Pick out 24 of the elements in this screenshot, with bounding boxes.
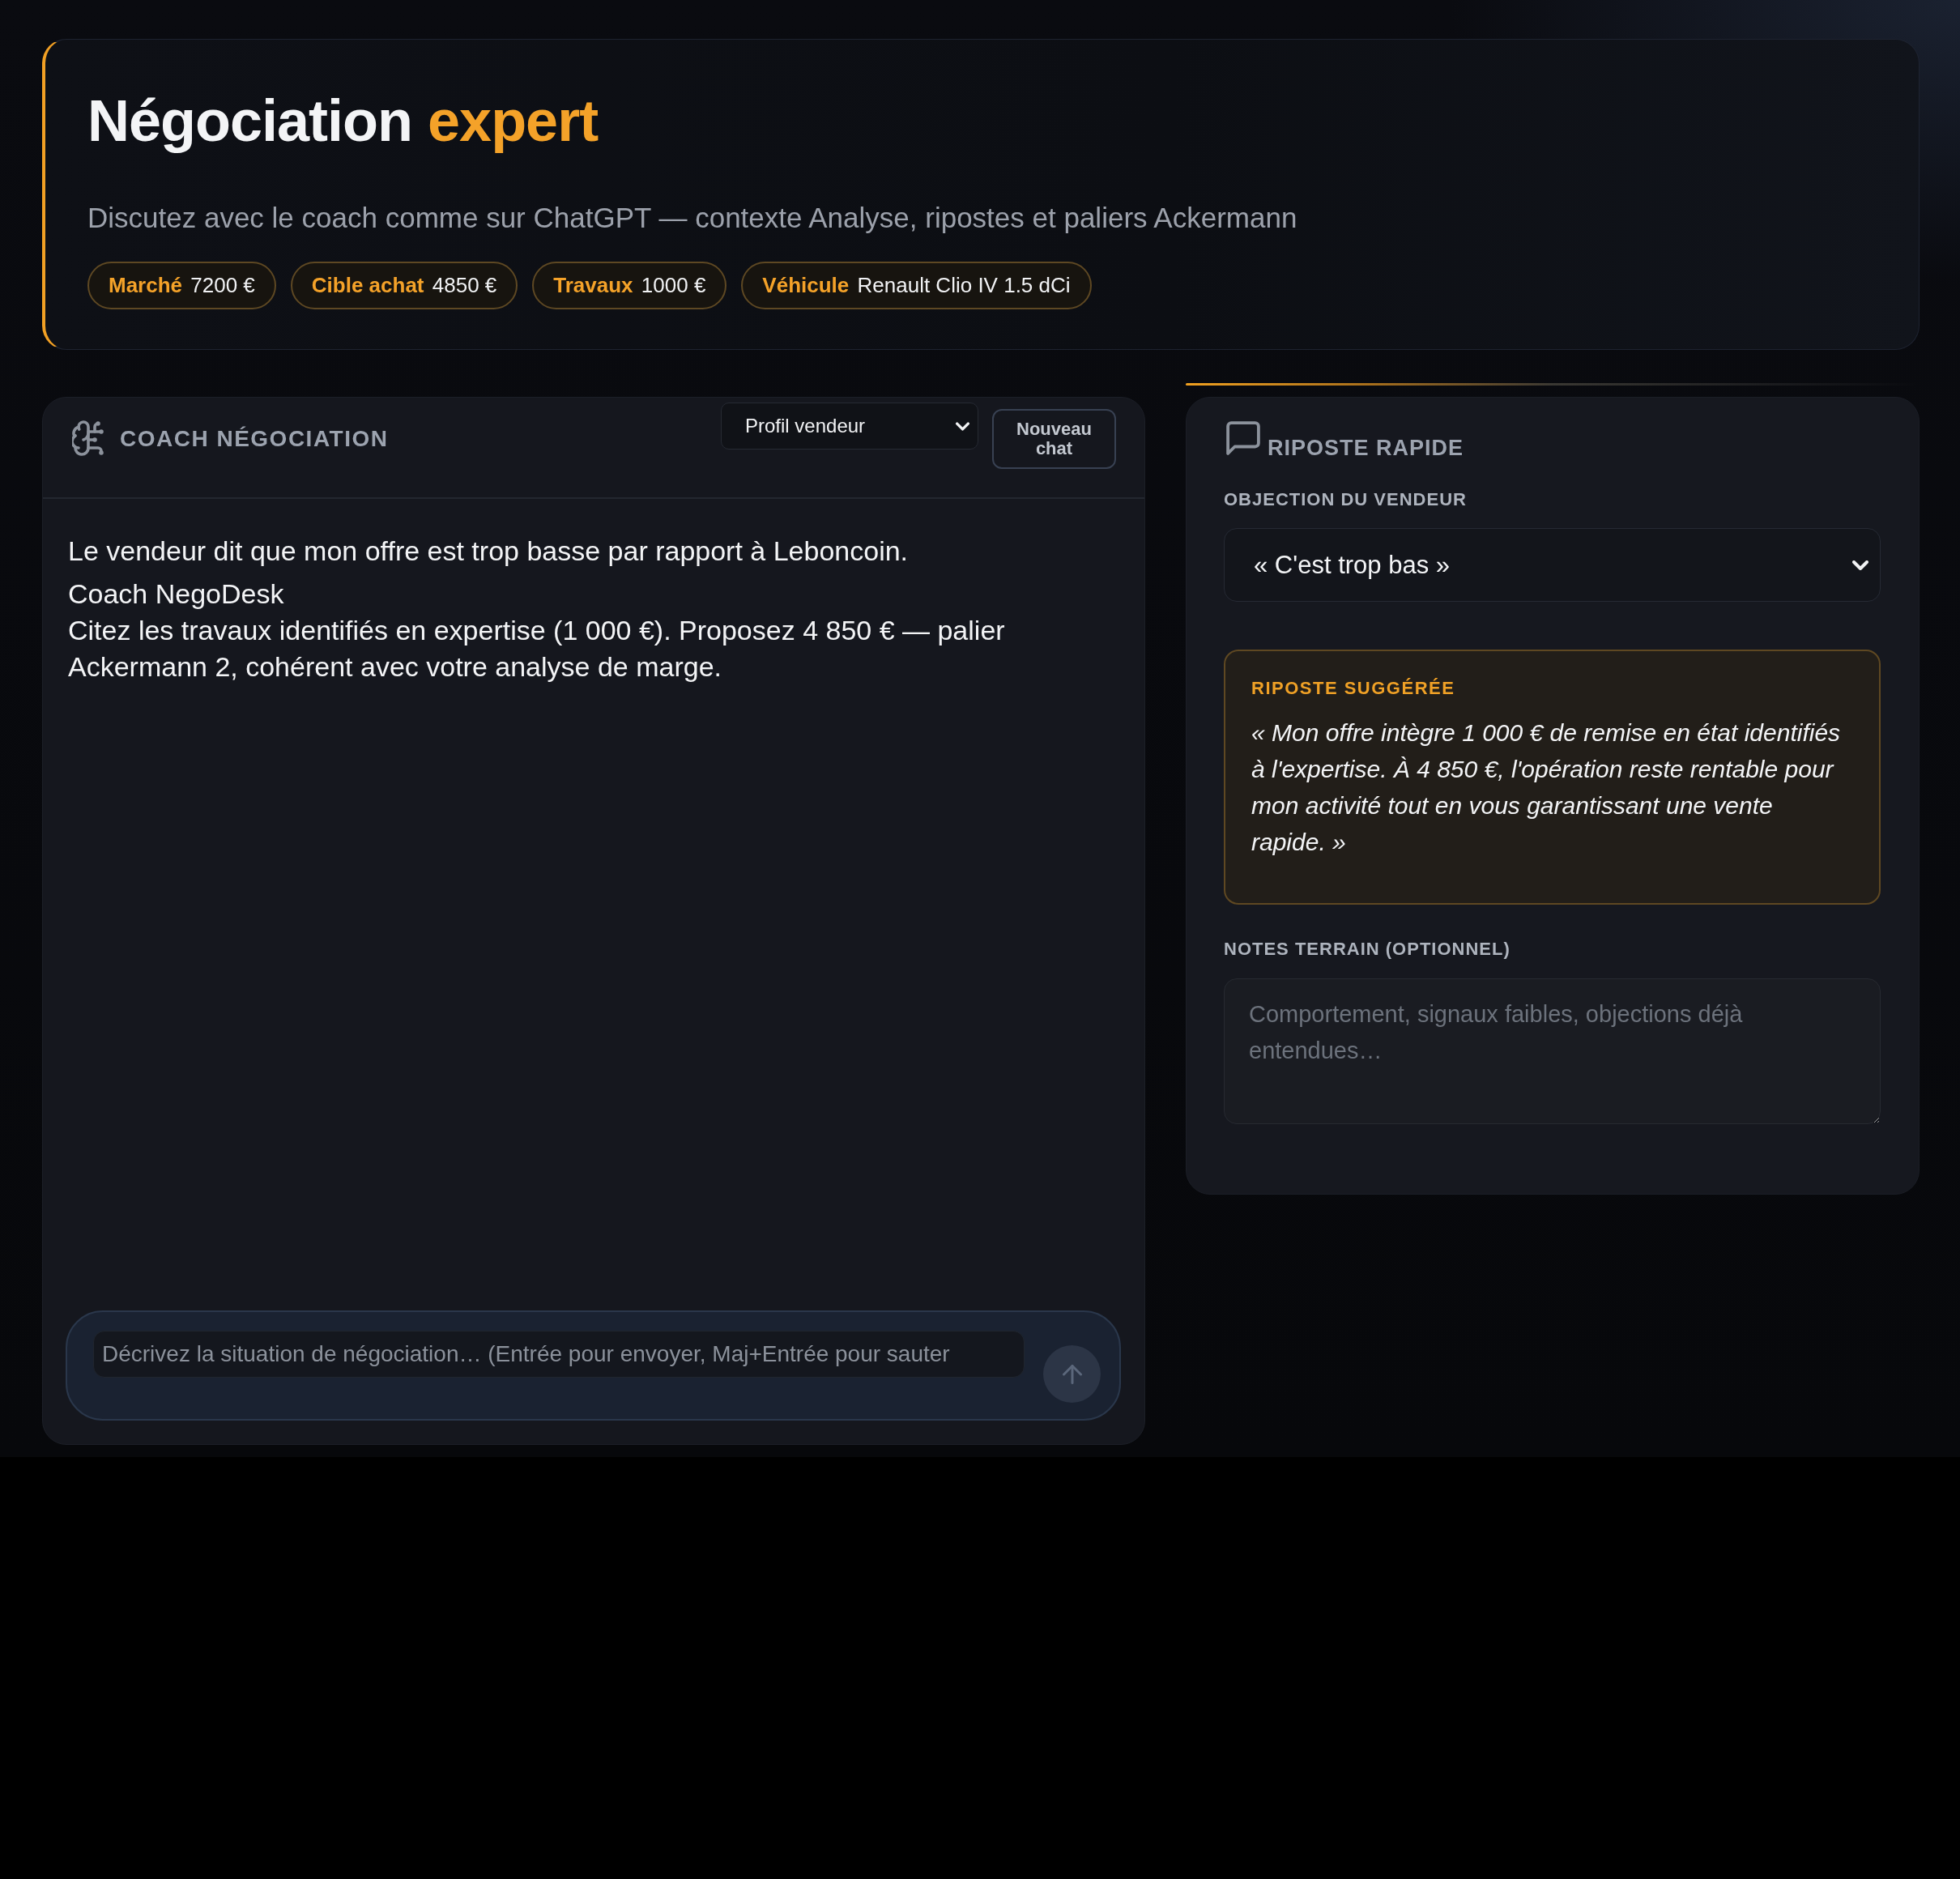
assistant-message: Citez les travaux identifiés en expertise (1 000 €). Proposez 4 850 € — palier Ackermann 2, cohérent avec votre analyse de marge. (68, 614, 1006, 684)
context-chip: Cible achat 4850 € (290, 262, 518, 309)
context-chip: Travaux 1000 € (532, 262, 727, 309)
message-author: Coach NegoDesk (68, 577, 285, 611)
context-chip: Véhicule Renault Clio IV 1.5 dCi (741, 262, 1092, 309)
field-label: NOTES TERRAIN (OPTIONNEL) (1224, 938, 1511, 961)
chevron-down-icon (1852, 560, 1868, 570)
suggested-reply-text: « Mon offre intègre 1 000 € de remise en état identifiés à l'expertise. À 4 850 €, l'opération reste rentable pour mon activité tout en vous garantissant une vente rapide. » (1251, 718, 1842, 857)
panel-title: COACH NÉGOCIATION (120, 425, 389, 453)
notes-field[interactable]: Comportement, signaux faibles, objections déjà entendues… (1224, 978, 1881, 1124)
brain-icon (72, 420, 104, 456)
page-title: Négociation expert (87, 87, 599, 155)
seller-profile-select[interactable]: Profil vendeur (721, 403, 978, 450)
user-message: Le vendeur dit que mon offre est trop basse par rapport à Leboncoin. (68, 535, 910, 568)
context-chip: Marché 7200 € (87, 262, 276, 309)
page-subtitle: Discutez avec le coach comme sur ChatGPT — contexte Analyse, ripostes et paliers Ackermann (87, 201, 1298, 235)
field-label: OBJECTION DU VENDEUR (1224, 488, 1468, 511)
objection-select[interactable]: « C'est trop bas » (1224, 528, 1881, 602)
speech-bubble-icon (1226, 421, 1260, 455)
panel-title: RIPOSTE RAPIDE (1268, 436, 1464, 460)
message-input[interactable]: Décrivez la situation de négociation… (Entrée pour envoyer, Maj+Entrée pour sauter (93, 1331, 1025, 1378)
new-chat-button[interactable]: Nouveau chat (992, 409, 1116, 469)
card-heading: RIPOSTE SUGGÉRÉE (1251, 677, 1456, 700)
chevron-down-icon (956, 421, 969, 431)
